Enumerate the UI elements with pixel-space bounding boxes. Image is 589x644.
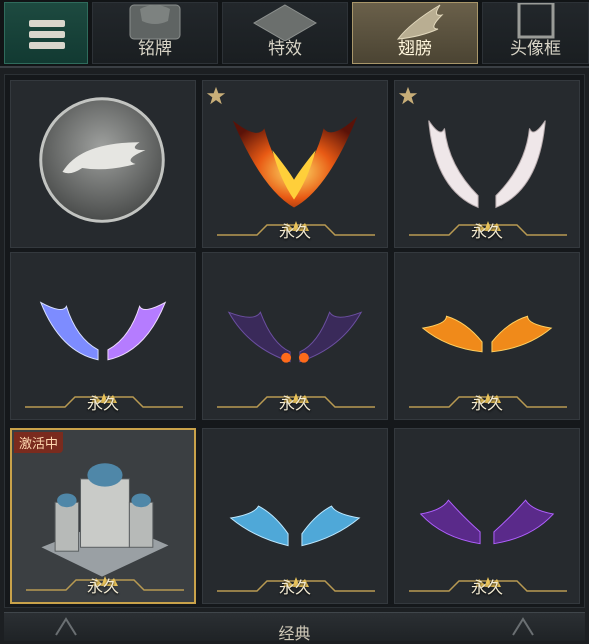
active-status-badge: 激活中 <box>14 432 64 453</box>
tab-label: 铭牌 <box>138 39 172 59</box>
wing-collection-grid: 永久 永久 永久 永久 永久 激活中 永久 永久 永久 <box>4 74 585 608</box>
duration-label: 永久 <box>278 394 311 413</box>
tab-avatar-frame[interactable]: 头像框 <box>482 2 589 64</box>
tab-label: 头像框 <box>510 39 561 59</box>
wing-item-white-angel[interactable]: 永久 <box>394 80 580 248</box>
wing-item-flame[interactable]: 永久 <box>394 252 580 420</box>
duration-label: 永久 <box>278 578 311 597</box>
tab-effects[interactable]: 特效 <box>222 2 348 64</box>
duration-label: 永久 <box>470 394 503 413</box>
menu-icon <box>29 20 65 27</box>
favorite-star-icon[interactable] <box>205 85 227 107</box>
tab-wings[interactable]: 翅膀 <box>352 2 478 64</box>
menu-icon-line <box>29 31 65 38</box>
wing-item-ice-blue[interactable]: 永久 <box>202 428 388 604</box>
wing-item-phoenix[interactable]: 永久 <box>202 80 388 248</box>
wing-item-castle[interactable]: 激活中 永久 <box>10 428 196 604</box>
duration-label: 永久 <box>86 394 119 413</box>
footer-label: 经典 <box>278 624 311 643</box>
duration-label: 永久 <box>86 577 119 596</box>
wing-item-default[interactable] <box>10 80 196 248</box>
wing-item-purple-demon[interactable]: 永久 <box>394 428 580 604</box>
favorite-star-icon[interactable] <box>397 85 419 107</box>
wing-item-dark-shadow[interactable]: 永久 <box>202 252 388 420</box>
duration-label: 永久 <box>470 578 503 597</box>
wing-medallion-icon <box>39 97 165 223</box>
category-footer-bar[interactable]: 经典 <box>4 612 585 643</box>
footer-ornament-right-icon <box>512 617 534 636</box>
tab-label: 翅膀 <box>398 39 432 59</box>
wing-item-blue-crystal[interactable]: 永久 <box>10 252 196 420</box>
tab-nameplate[interactable]: 铭牌 <box>92 2 218 64</box>
tab-label: 特效 <box>268 39 302 59</box>
menu-icon-line <box>29 42 65 49</box>
menu-button[interactable] <box>4 2 88 64</box>
duration-label: 永久 <box>278 222 311 241</box>
category-tab-bar: 铭牌 特效 翅膀 头像框 <box>0 0 589 68</box>
duration-label: 永久 <box>470 222 503 241</box>
